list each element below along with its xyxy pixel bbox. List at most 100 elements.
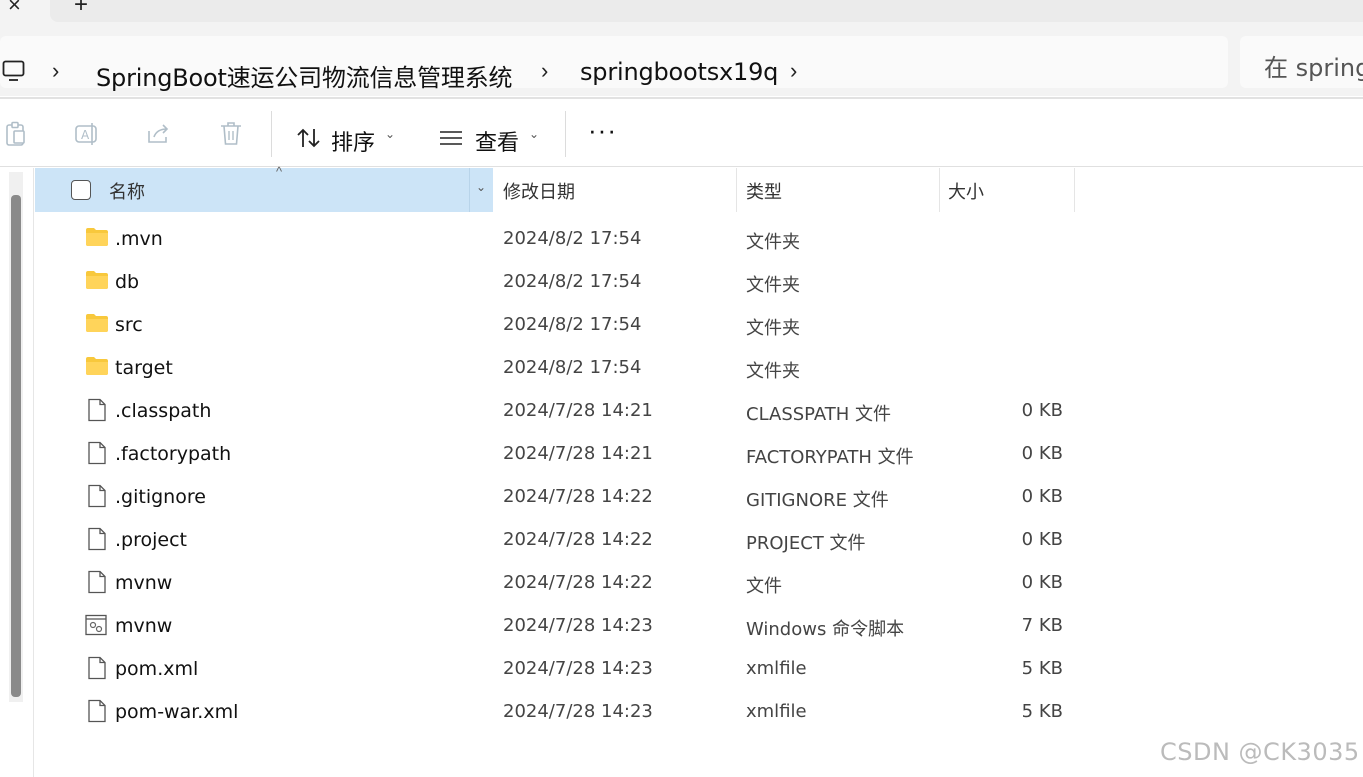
paste-icon[interactable] [4,121,28,147]
rename-icon[interactable]: A [74,121,100,147]
file-icon [87,570,107,599]
file-modified: 2024/7/28 14:23 [503,658,653,679]
search-input[interactable]: 在 spring [1240,36,1363,88]
file-icon [87,527,107,556]
close-tab-icon[interactable]: × [8,0,21,18]
file-icon [87,699,107,728]
file-name: .project [115,529,187,551]
column-divider[interactable] [939,168,940,212]
file-row[interactable]: src 2024/8/2 17:54 文件夹 [35,303,1135,346]
file-name: db [115,271,140,293]
file-type: 文件夹 [746,361,800,382]
delete-icon[interactable] [219,121,243,147]
file-row[interactable]: .project 2024/7/28 14:22 PROJECT 文件 0 KB [35,518,1135,561]
view-button[interactable]: 查看 [475,125,519,157]
file-type: 文件 [746,576,782,597]
file-row[interactable]: .classpath 2024/7/28 14:21 CLASSPATH 文件 0 K… [35,389,1135,432]
share-icon[interactable] [146,121,172,147]
toolbar-separator [565,111,566,157]
column-header-modified[interactable]: 修改日期 [503,178,575,204]
chevron-down-icon: ⌄ [476,180,487,194]
file-name: .classpath [115,400,212,422]
file-name: .factorypath [115,443,232,465]
sort-ascending-icon: ^ [276,164,283,179]
file-row[interactable]: pom-war.xml 2024/7/28 14:23 xmlfile 5 KB [35,690,1135,733]
breadcrumb-separator[interactable]: › [52,58,59,84]
file-row[interactable]: .gitignore 2024/7/28 14:22 GITIGNORE 文件 0 K… [35,475,1135,518]
column-divider[interactable] [1074,168,1075,212]
file-name: mvnw [115,572,173,594]
breadcrumb-item[interactable]: springbootsx19q [580,58,778,86]
watermark: CSDN @CK3035 [1160,738,1360,766]
file-row[interactable]: mvnw 2024/7/28 14:22 文件 0 KB [35,561,1135,604]
file-row[interactable]: pom.xml 2024/7/28 14:23 xmlfile 5 KB [35,647,1135,690]
breadcrumb-separator[interactable]: › [541,58,548,84]
new-tab-icon[interactable]: + [74,0,88,19]
file-row[interactable]: db 2024/8/2 17:54 文件夹 [35,260,1135,303]
svg-text:A: A [81,128,90,142]
address-bar[interactable]: › SpringBoot速运公司物流信息管理系统 › springbootsx1… [0,36,1228,92]
file-size: 0 KB [1021,572,1063,593]
column-header-size[interactable]: 大小 [948,178,984,204]
file-size: 5 KB [1021,658,1063,679]
command-bar: A 排序 ⌄ 查看 ⌄ ··· [0,99,1363,167]
file-size: 0 KB [1021,529,1063,550]
tab-strip: × + [0,0,1363,26]
file-icon [87,656,107,685]
file-modified: 2024/8/2 17:54 [503,357,642,378]
folder-icon [85,356,109,381]
column-header-name[interactable]: 名称 ^ ⌄ [35,164,493,212]
file-name: pom.xml [115,658,199,680]
file-modified: 2024/8/2 17:54 [503,228,642,249]
file-modified: 2024/7/28 14:22 [503,486,653,507]
column-label-name: 名称 [109,182,145,203]
sort-icon[interactable] [296,127,322,149]
column-divider[interactable] [736,168,737,212]
file-type: xmlfile [746,658,807,679]
sort-button[interactable]: 排序 [331,125,375,157]
folder-icon [85,270,109,295]
file-type: 文件夹 [746,318,800,339]
file-name: .mvn [115,228,163,250]
file-name: target [115,357,173,379]
file-row[interactable]: mvnw 2024/7/28 14:23 Windows 命令脚本 7 KB [35,604,1135,647]
file-modified: 2024/7/28 14:22 [503,529,653,550]
toolbar-separator [271,111,272,157]
file-modified: 2024/8/2 17:54 [503,314,642,335]
breadcrumb-separator[interactable]: › [790,58,797,84]
file-size: 5 KB [1021,701,1063,722]
file-size: 0 KB [1021,443,1063,464]
this-pc-icon[interactable] [2,60,26,82]
file-modified: 2024/7/28 14:23 [503,615,653,636]
file-row[interactable]: .factorypath 2024/7/28 14:21 FACTORYPATH 文… [35,432,1135,475]
file-modified: 2024/7/28 14:22 [503,572,653,593]
file-name: src [115,314,143,336]
chevron-down-icon[interactable]: ⌄ [385,127,395,141]
file-size: 0 KB [1021,400,1063,421]
column-filter-button[interactable]: ⌄ [469,168,493,212]
view-icon[interactable] [439,129,463,147]
file-row[interactable]: .mvn 2024/8/2 17:54 文件夹 [35,217,1135,260]
breadcrumb-item[interactable]: SpringBoot速运公司物流信息管理系统 [96,58,512,93]
file-icon [87,398,107,427]
address-row: › SpringBoot速运公司物流信息管理系统 › springbootsx1… [0,26,1363,96]
file-icon [87,441,107,470]
more-options-button[interactable]: ··· [588,115,617,146]
select-all-checkbox[interactable] [71,180,91,200]
tab-bar: + [50,0,1363,22]
file-modified: 2024/7/28 14:21 [503,443,653,464]
file-size: 0 KB [1021,486,1063,507]
file-row[interactable]: target 2024/8/2 17:54 文件夹 [35,346,1135,389]
file-type: GITIGNORE 文件 [746,490,889,511]
chevron-down-icon[interactable]: ⌄ [529,127,539,141]
file-modified: 2024/7/28 14:21 [503,400,653,421]
file-name: .gitignore [115,486,206,508]
scrollbar-thumb[interactable] [11,195,21,697]
file-type: PROJECT 文件 [746,533,866,554]
file-type: 文件夹 [746,275,800,296]
file-modified: 2024/7/28 14:23 [503,701,653,722]
column-header-type[interactable]: 类型 [746,178,782,204]
script-file-icon [85,614,107,641]
file-name: mvnw [115,615,173,637]
file-size: 7 KB [1021,615,1063,636]
